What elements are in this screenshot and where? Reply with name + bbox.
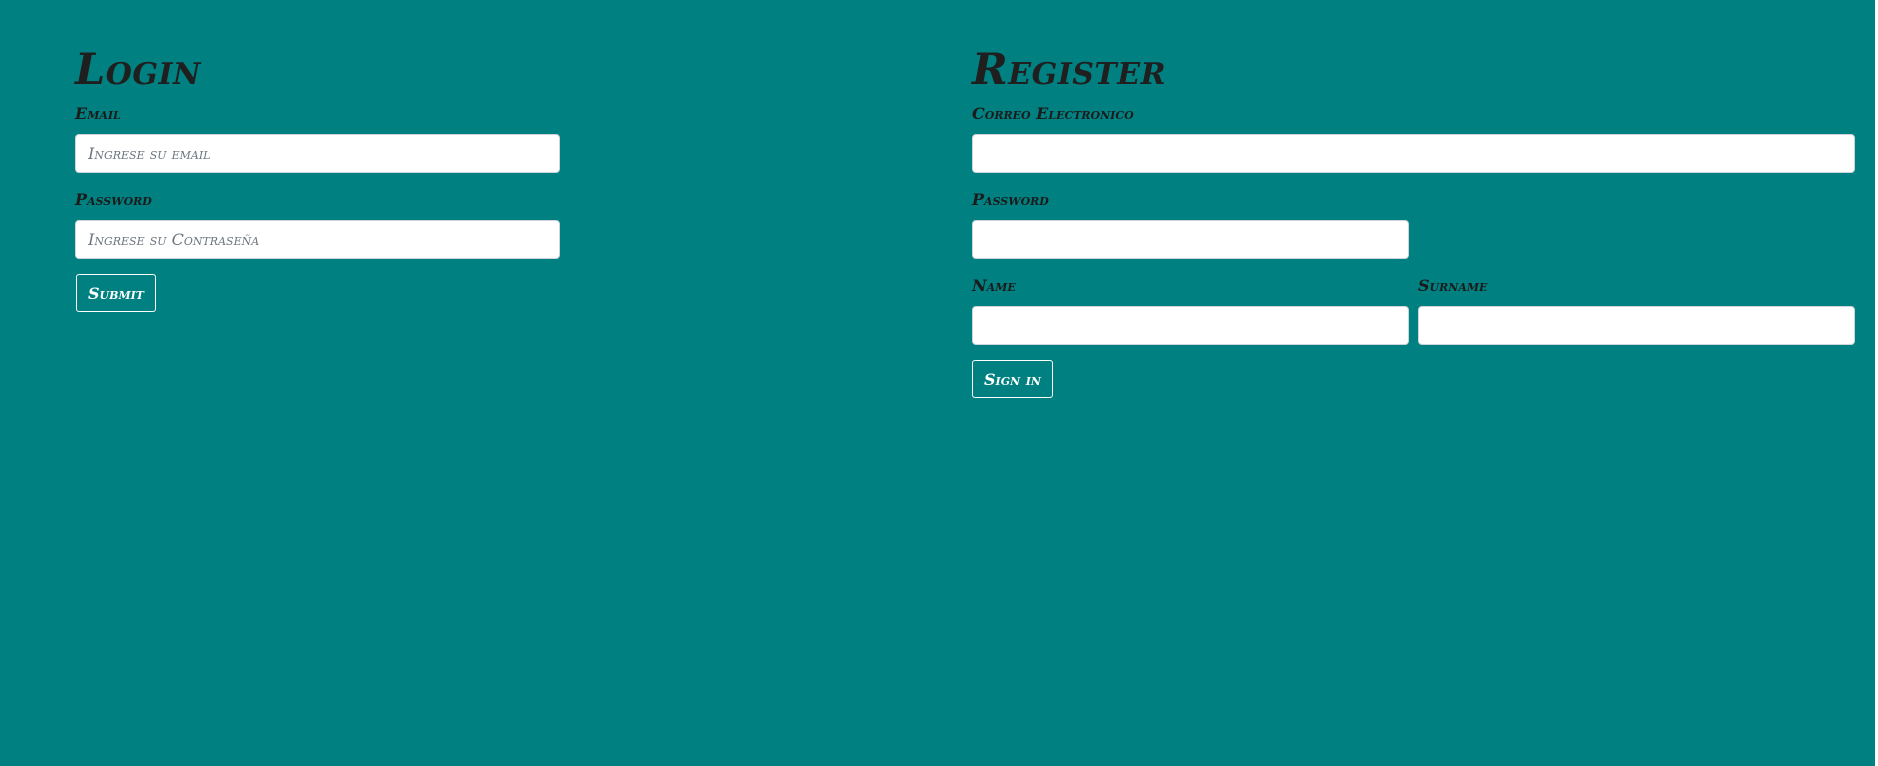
register-title: Register (972, 45, 1167, 95)
submit-button[interactable]: Submit (76, 274, 156, 312)
register-name-input[interactable] (972, 306, 1409, 345)
login-email-label: Email (75, 104, 121, 123)
sign-in-button[interactable]: Sign in (972, 360, 1053, 398)
login-title: Login (75, 45, 201, 95)
login-password-label: Password (75, 190, 152, 209)
register-email-input[interactable] (972, 134, 1855, 173)
register-surname-label: Surname (1418, 276, 1488, 295)
page: Login Email Password Submit Register Cor… (0, 0, 1875, 766)
login-password-input[interactable] (75, 220, 560, 259)
register-email-label: Correo Electronico (972, 104, 1134, 123)
login-email-input[interactable] (75, 134, 560, 173)
register-name-label: Name (972, 276, 1016, 295)
register-password-label: Password (972, 190, 1049, 209)
register-password-input[interactable] (972, 220, 1409, 259)
register-surname-input[interactable] (1418, 306, 1855, 345)
